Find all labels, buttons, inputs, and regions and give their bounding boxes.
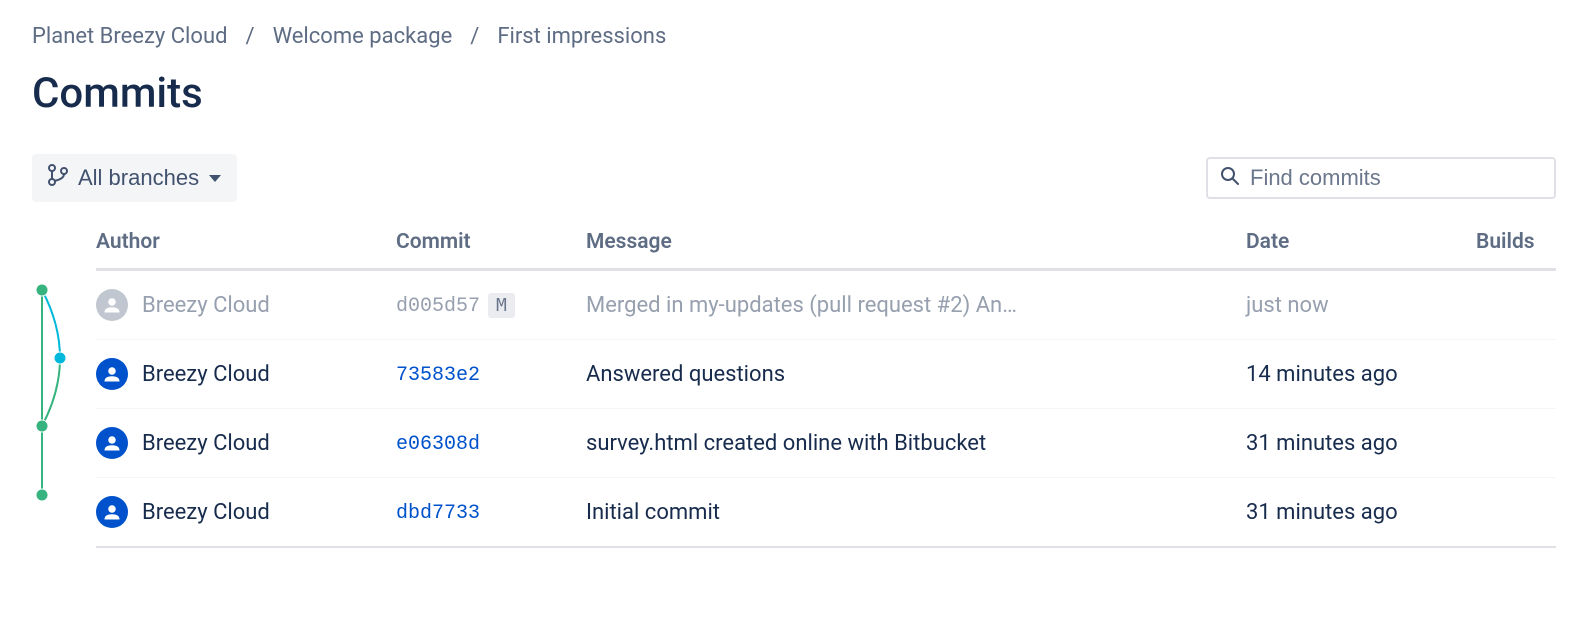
- search-icon: [1220, 166, 1240, 190]
- commit-message[interactable]: Answered questions: [586, 362, 1166, 387]
- commit-message[interactable]: Merged in my-updates (pull request #2) A…: [586, 293, 1166, 318]
- column-header-builds[interactable]: Builds: [1466, 230, 1556, 270]
- commit-hash[interactable]: e06308d: [396, 433, 480, 456]
- author-cell: Breezy Cloud: [96, 289, 376, 321]
- commit-message[interactable]: Initial commit: [586, 500, 1166, 525]
- author-cell: Breezy Cloud: [96, 358, 376, 390]
- breadcrumb: Planet Breezy Cloud / Welcome package / …: [32, 24, 1556, 49]
- avatar: [96, 496, 128, 528]
- avatar: [96, 289, 128, 321]
- author-name: Breezy Cloud: [142, 500, 270, 525]
- commit-date: 14 minutes ago: [1246, 362, 1398, 387]
- builds-cell: [1466, 478, 1556, 548]
- branch-filter-label: All branches: [78, 165, 199, 191]
- search-box[interactable]: [1206, 157, 1556, 199]
- breadcrumb-separator: /: [470, 24, 479, 49]
- author-cell: Breezy Cloud: [96, 427, 376, 459]
- breadcrumb-separator: /: [246, 24, 255, 49]
- table-row[interactable]: Breezy Cloud e06308d survey.html created o…: [96, 409, 1556, 478]
- commit-graph: [32, 230, 96, 548]
- column-header-commit[interactable]: Commit: [386, 230, 576, 270]
- chevron-down-icon: [209, 175, 221, 182]
- avatar: [96, 427, 128, 459]
- branch-icon: [48, 164, 68, 192]
- commit-date: 31 minutes ago: [1246, 500, 1398, 525]
- commit-message[interactable]: survey.html created online with Bitbucke…: [586, 431, 1166, 456]
- commit-date: 31 minutes ago: [1246, 431, 1398, 456]
- table-row[interactable]: Breezy Cloud d005d57 M Merged in my-updates…: [96, 270, 1556, 340]
- column-header-date[interactable]: Date: [1236, 230, 1466, 270]
- table-row[interactable]: Breezy Cloud dbd7733 Initial commit 31 minu…: [96, 478, 1556, 548]
- commit-hash[interactable]: dbd7733: [396, 502, 480, 525]
- commit-hash: d005d57: [396, 295, 480, 318]
- toolbar: All branches: [32, 154, 1556, 202]
- column-header-message[interactable]: Message: [576, 230, 1236, 270]
- page-title: Commits: [32, 69, 1556, 118]
- search-input[interactable]: [1250, 165, 1542, 191]
- builds-cell: [1466, 270, 1556, 340]
- author-cell: Breezy Cloud: [96, 496, 376, 528]
- builds-cell: [1466, 409, 1556, 478]
- column-header-author[interactable]: Author: [96, 230, 386, 270]
- author-name: Breezy Cloud: [142, 362, 270, 387]
- branch-filter-button[interactable]: All branches: [32, 154, 237, 202]
- table-row[interactable]: Breezy Cloud 73583e2 Answered questions 14 …: [96, 340, 1556, 409]
- breadcrumb-item-repo[interactable]: Welcome package: [273, 24, 453, 49]
- author-name: Breezy Cloud: [142, 293, 270, 318]
- commit-date: just now: [1246, 293, 1329, 318]
- commits-table: Author Commit Message Date Builds Breezy…: [96, 230, 1556, 548]
- commit-hash[interactable]: 73583e2: [396, 364, 480, 387]
- breadcrumb-item-path[interactable]: First impressions: [497, 24, 666, 49]
- breadcrumb-item-project[interactable]: Planet Breezy Cloud: [32, 24, 228, 49]
- avatar: [96, 358, 128, 390]
- builds-cell: [1466, 340, 1556, 409]
- merge-badge: M: [488, 293, 515, 318]
- author-name: Breezy Cloud: [142, 431, 270, 456]
